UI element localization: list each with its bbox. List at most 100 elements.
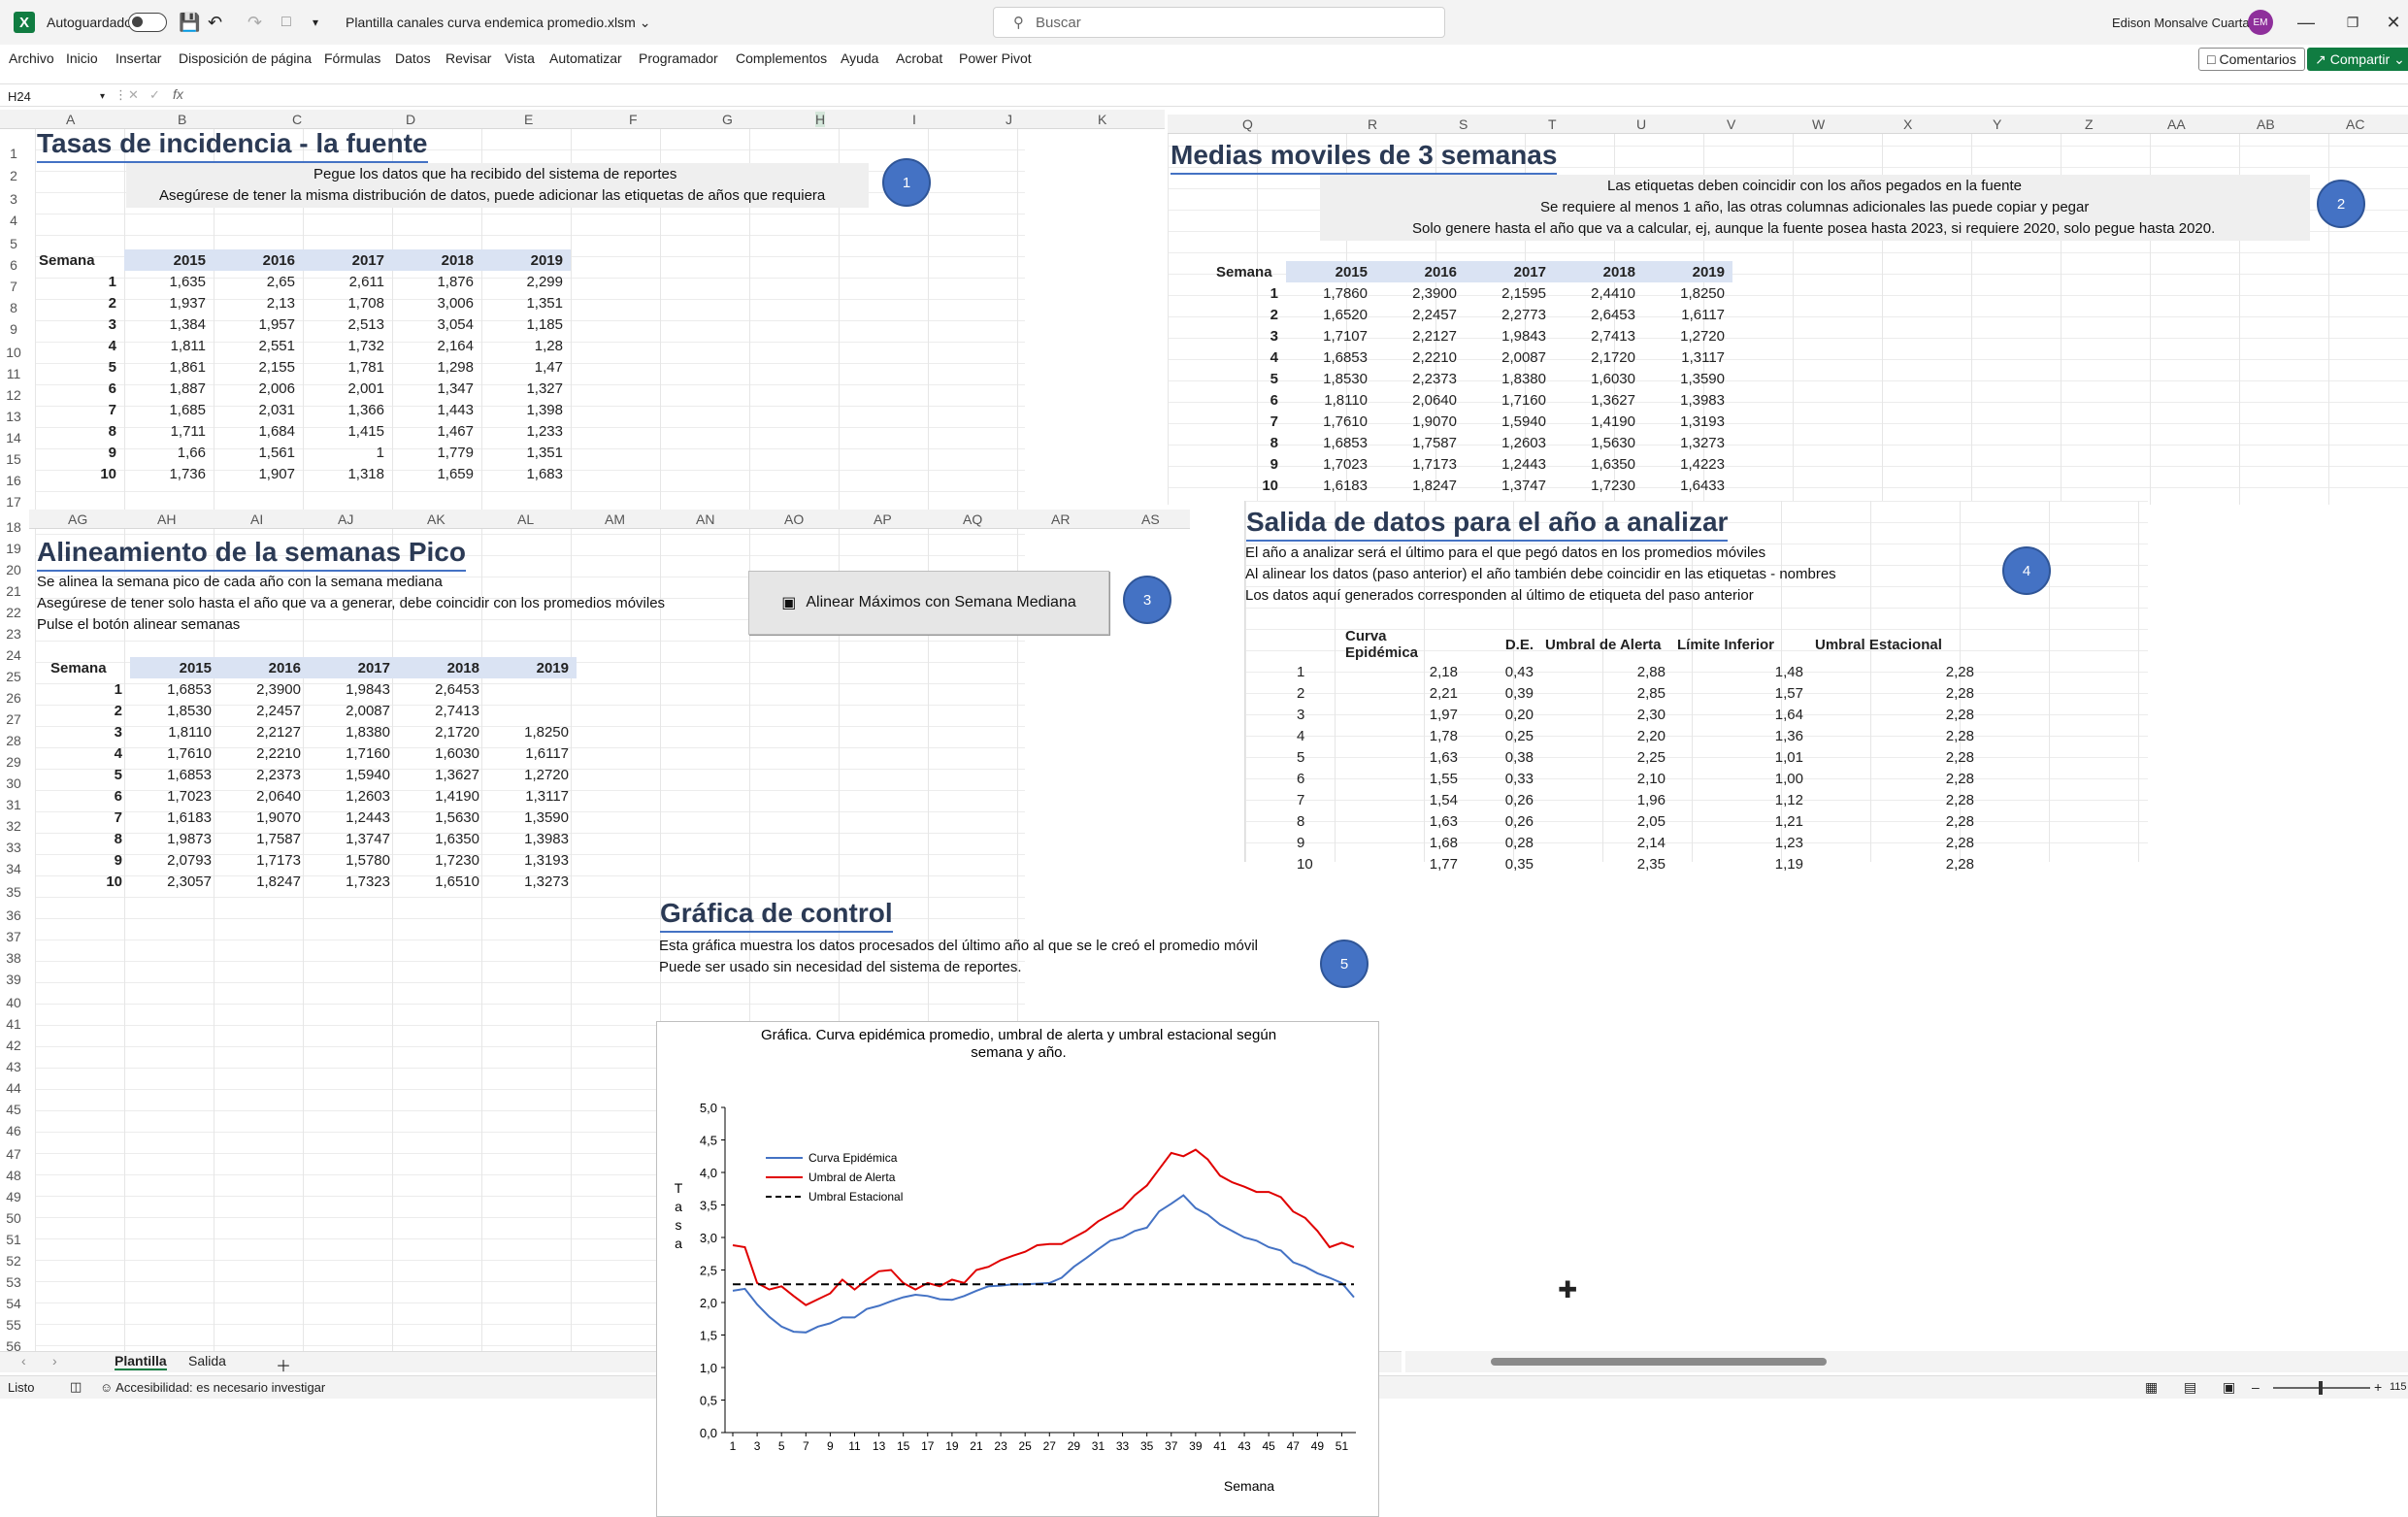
col-header[interactable]: F (629, 112, 638, 127)
table-cell[interactable]: 1,7160 (309, 742, 398, 764)
table-cell[interactable]: 1,6853 (1286, 432, 1375, 453)
undo-icon[interactable]: ↶ (208, 0, 222, 45)
table-cell[interactable]: 0,35 (1464, 853, 1539, 874)
table-cell[interactable]: 2,20 (1539, 725, 1671, 746)
table-cell[interactable]: 2,0087 (309, 700, 398, 721)
table-cell[interactable]: 1,3747 (1465, 475, 1554, 496)
row-header[interactable]: 34 (0, 861, 27, 876)
table-cell[interactable]: 2,65 (214, 271, 303, 292)
table-cell[interactable]: 2,85 (1539, 682, 1671, 704)
table-cell[interactable]: 3 (43, 721, 130, 742)
table-cell[interactable]: 2,35 (1539, 853, 1671, 874)
redo-icon[interactable]: ↷ (247, 0, 262, 45)
col-header[interactable]: D (406, 112, 415, 127)
col-header[interactable]: AM (605, 511, 625, 527)
table-cell[interactable]: 1,3117 (1643, 346, 1732, 368)
sheet-tab-plantilla[interactable]: Plantilla (115, 1353, 167, 1370)
table-cell[interactable]: 1,54 (1339, 789, 1464, 810)
table-cell[interactable]: 1,711 (124, 420, 214, 442)
horizontal-scrollbar[interactable] (1405, 1351, 2408, 1372)
row-headers[interactable]: 1 2 3 4 5 6 7 8 9 10 11 12 13 14 15 16 17 18 19 20 21 22 23 24 2… (0, 146, 29, 1354)
row-header[interactable]: 46 (0, 1123, 27, 1138)
row-header[interactable]: 21 (0, 583, 27, 599)
row-header[interactable]: 29 (0, 754, 27, 770)
table-cell[interactable]: 10 (1291, 853, 1339, 874)
table-cell[interactable]: 2,2127 (219, 721, 309, 742)
row-header[interactable]: 3 (0, 191, 27, 207)
table-cell[interactable]: 7 (1208, 411, 1286, 432)
table-cell[interactable]: 0,26 (1464, 810, 1539, 832)
col-header[interactable]: AA (2167, 116, 2186, 132)
table-cell[interactable]: 1,318 (303, 463, 392, 484)
table-cell[interactable]: 2,10 (1539, 768, 1671, 789)
table-cell[interactable]: 0,28 (1464, 832, 1539, 853)
table-cell[interactable]: 10 (1208, 475, 1286, 496)
col-header[interactable]: AH (157, 511, 176, 527)
tab-power-pivot[interactable]: Power Pivot (959, 50, 1032, 66)
table-cell[interactable]: 2,513 (303, 313, 392, 335)
page-layout-icon[interactable]: ▤ (2184, 1379, 2196, 1396)
table-cell[interactable]: 1,6030 (1554, 368, 1643, 389)
table-cell[interactable]: 2,164 (392, 335, 481, 356)
table-cell[interactable]: 1,8110 (130, 721, 219, 742)
table-cell[interactable]: 3,054 (392, 313, 481, 335)
table-cell[interactable]: 3 (1208, 325, 1286, 346)
table-cell[interactable]: 1,00 (1671, 768, 1809, 789)
table-cell[interactable]: 1,28 (481, 335, 571, 356)
zoom-in-icon[interactable]: + (2374, 1379, 2382, 1395)
normal-view-icon[interactable]: ▦ (2145, 1379, 2158, 1396)
table-cell[interactable]: 2,28 (1809, 810, 1980, 832)
table-cell[interactable]: 1,7230 (1554, 475, 1643, 496)
col-header[interactable]: Q (1242, 116, 1253, 132)
table-cell[interactable]: 5 (31, 356, 124, 378)
table-cell[interactable]: 1,77 (1339, 853, 1464, 874)
table-cell[interactable]: 1,3273 (487, 871, 577, 892)
table-cell[interactable]: 0,33 (1464, 768, 1539, 789)
table-cell[interactable]: 0,38 (1464, 746, 1539, 768)
page-break-icon[interactable]: ▣ (2223, 1379, 2235, 1396)
table-cell[interactable]: 1,351 (481, 292, 571, 313)
column-headers-right[interactable]: Q R S T U V W X Y Z AA AB AC (1168, 115, 2408, 134)
table-cell[interactable]: 1,9843 (1465, 325, 1554, 346)
table-cell[interactable]: 2,2457 (1375, 304, 1465, 325)
table-cell[interactable]: 1,7610 (1286, 411, 1375, 432)
column-headers-top[interactable]: A B C D E F G H I J K (0, 110, 1165, 129)
tab-formulas[interactable]: Fórmulas (324, 50, 380, 66)
next-sheet-icon[interactable]: › (52, 1353, 57, 1369)
row-header[interactable]: 16 (0, 473, 27, 488)
row-header[interactable]: 55 (0, 1317, 27, 1333)
table-cell[interactable]: 0,26 (1464, 789, 1539, 810)
table-cell[interactable]: 1,876 (392, 271, 481, 292)
col-header[interactable]: J (1006, 112, 1012, 127)
table-cell[interactable]: 1,3193 (487, 849, 577, 871)
table-cell[interactable]: 1,4190 (1554, 411, 1643, 432)
row-header[interactable]: 12 (0, 387, 27, 403)
col-header[interactable]: AJ (338, 511, 353, 527)
row-header[interactable]: 44 (0, 1080, 27, 1096)
table-cell[interactable]: 1,5940 (309, 764, 398, 785)
table-cell[interactable]: 1,3193 (1643, 411, 1732, 432)
table-cell[interactable]: 1,55 (1339, 768, 1464, 789)
table-cell[interactable]: 1,6853 (130, 678, 219, 700)
table-cell[interactable]: 1,5940 (1465, 411, 1554, 432)
table-cell[interactable]: 1,907 (214, 463, 303, 484)
table-cell[interactable]: 2,25 (1539, 746, 1671, 768)
row-header[interactable]: 47 (0, 1146, 27, 1162)
col-header[interactable]: B (178, 112, 186, 127)
row-header[interactable]: 50 (0, 1210, 27, 1226)
table-cell[interactable]: 1,298 (392, 356, 481, 378)
table-cell[interactable]: 1,21 (1671, 810, 1809, 832)
table-cell[interactable]: 1,3627 (398, 764, 487, 785)
table-cell[interactable]: 1,684 (214, 420, 303, 442)
table-cell[interactable]: 2,7413 (398, 700, 487, 721)
table-cell[interactable]: 8 (43, 828, 130, 849)
table-cell[interactable]: 2,006 (214, 378, 303, 399)
table-cell[interactable]: 1,3590 (487, 807, 577, 828)
tab-ayuda[interactable]: Ayuda (841, 50, 878, 66)
table-cell[interactable]: 1,7107 (1286, 325, 1375, 346)
table-cell[interactable]: 2,2210 (219, 742, 309, 764)
table-cell[interactable]: 2,299 (481, 271, 571, 292)
row-header[interactable]: 45 (0, 1102, 27, 1117)
table-cell[interactable]: 2,05 (1539, 810, 1671, 832)
col-header[interactable]: E (524, 112, 533, 127)
